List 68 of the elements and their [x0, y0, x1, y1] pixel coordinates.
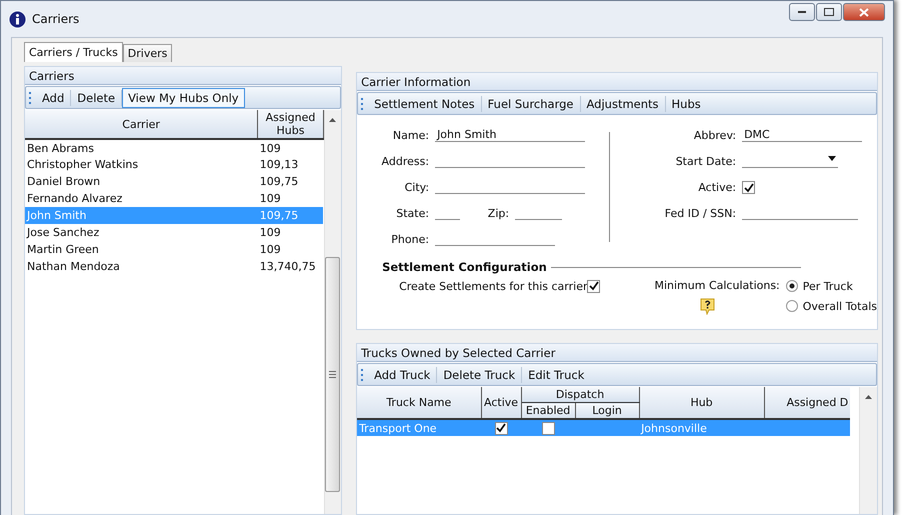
field-label: Phone: — [390, 233, 430, 246]
column-header[interactable]: Carrier — [25, 110, 258, 139]
text-field[interactable]: DMC — [742, 125, 862, 142]
field-label: Abbrev: — [692, 129, 738, 142]
checkbox-label: Create Settlements for this carrier — [399, 280, 588, 292]
info-icon — [9, 10, 26, 28]
toolbar-button[interactable]: Delete — [71, 88, 122, 108]
checkbox[interactable] — [742, 181, 756, 194]
toolbar-button[interactable]: Edit Truck — [522, 364, 590, 384]
minimize-icon — [798, 10, 806, 14]
field-label: Minimum Calculations: — [654, 278, 780, 294]
scrollbar[interactable] — [324, 110, 342, 514]
field-label: City: — [404, 181, 430, 194]
field-label: Name: — [392, 129, 430, 142]
scroll-up-arrow-icon[interactable] — [329, 118, 336, 122]
checkbox[interactable] — [587, 280, 600, 292]
radio-label: Overall Totals — [802, 300, 877, 312]
help-icon[interactable] — [700, 298, 716, 315]
panel-title: Carriers — [25, 67, 342, 85]
grip-icon — [329, 371, 336, 378]
toolbar-button[interactable]: Add — [36, 88, 70, 108]
field-label: Address: — [380, 155, 430, 168]
section-title: Settlement Configuration — [382, 260, 547, 274]
panel-title: Carrier Information — [357, 73, 877, 91]
column-header[interactable]: Truck Name — [357, 387, 482, 419]
maximize-icon — [824, 8, 834, 16]
grip-icon — [361, 368, 364, 380]
dropdown-arrow-icon — [828, 156, 836, 161]
toolbar-button[interactable]: Add Truck — [368, 364, 436, 384]
column-header[interactable]: Assigned Hubs — [258, 110, 324, 139]
column-header[interactable]: Assigned D — [764, 387, 850, 419]
maximize-button[interactable] — [816, 3, 842, 21]
text-field[interactable]: John Smith — [435, 125, 586, 142]
radio-label: Per Truck — [802, 280, 853, 292]
tab[interactable]: Drivers — [122, 44, 172, 62]
column-header[interactable]: Enabled — [521, 402, 576, 419]
toolbar-button[interactable]: Adjustments — [580, 94, 665, 114]
tab[interactable]: Carriers / Trucks — [24, 42, 123, 62]
toolbar-button[interactable]: View My Hubs Only — [122, 88, 245, 108]
toolbar-button[interactable]: Hubs — [666, 94, 707, 114]
grip-icon — [29, 92, 32, 104]
close-button[interactable] — [843, 3, 885, 21]
close-icon — [859, 8, 869, 16]
field-label: Active: — [697, 181, 738, 194]
column-header[interactable]: Active — [481, 387, 522, 419]
checkbox[interactable] — [494, 422, 508, 434]
field-label: Fed ID / SSN: — [664, 207, 738, 220]
column-header[interactable]: Dispatch — [521, 387, 640, 402]
field-label: Start Date: — [674, 155, 738, 168]
toolbar-button[interactable]: Settlement Notes — [368, 94, 481, 114]
toolbar-button[interactable]: Delete Truck — [437, 364, 522, 384]
grip-icon — [361, 98, 364, 110]
radio-dot-icon — [788, 283, 795, 289]
field-label: State: — [395, 207, 430, 220]
column-header[interactable]: Hub — [639, 387, 764, 419]
minimize-button[interactable] — [789, 3, 815, 21]
scrollbar[interactable] — [859, 387, 877, 514]
window-title: Carriers — [32, 12, 80, 26]
panel-title: Trucks Owned by Selected Carrier — [357, 344, 877, 362]
checkbox[interactable] — [542, 422, 555, 434]
radio-button[interactable] — [786, 280, 798, 292]
field-label: Zip: — [486, 207, 510, 220]
scroll-thumb[interactable] — [325, 257, 340, 492]
table-cell[interactable]: Jose Sanchez — [25, 224, 258, 241]
scroll-up-arrow-icon[interactable] — [865, 395, 872, 399]
toolbar-button[interactable]: Fuel Surcharge — [482, 94, 580, 114]
column-header[interactable]: Login — [575, 402, 640, 419]
radio-button[interactable] — [786, 300, 798, 312]
